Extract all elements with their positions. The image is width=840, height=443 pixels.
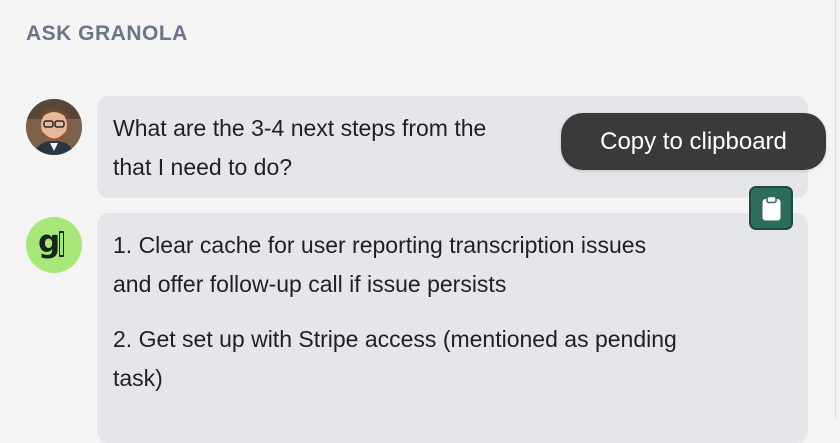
granola-avatar: g [26,217,82,273]
assistant-message: 1. Clear cache for user reporting transc… [97,213,808,443]
copy-tooltip: Copy to clipboard [561,113,826,170]
clipboard-icon [762,196,781,221]
next-step-item: 1. Clear cache for user reporting transc… [113,226,792,304]
next-step-line: task) [113,365,163,391]
copy-to-clipboard-button[interactable] [749,186,793,230]
next-step-line: 2. Get set up with Stripe access (mentio… [113,326,677,352]
next-step-item: 2. Get set up with Stripe access (mentio… [113,320,792,398]
granola-logo-icon: g [38,224,61,260]
user-photo [26,99,82,155]
granola-logo-bar-inner [60,233,63,255]
next-step-line: 1. Clear cache for user reporting transc… [113,232,647,258]
next-step-line: and offer follow-up call if issue persis… [113,271,507,297]
user-avatar [26,99,82,155]
panel-divider [835,0,836,418]
panel-title: ASK GRANOLA [26,22,188,45]
